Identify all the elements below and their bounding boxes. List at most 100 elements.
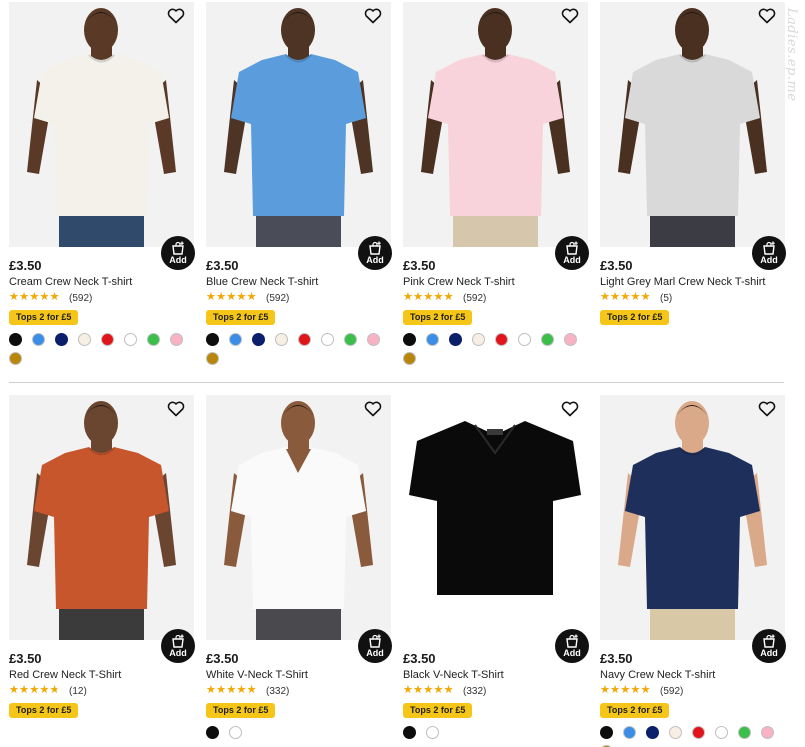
product-name[interactable]: Red Crew Neck T-Shirt <box>9 669 121 681</box>
colour-swatch-mustard[interactable] <box>403 352 416 365</box>
heart-icon[interactable] <box>364 401 382 417</box>
colour-swatch-green[interactable] <box>541 333 554 346</box>
product-image[interactable] <box>403 2 588 247</box>
product-photo <box>403 2 588 247</box>
colour-swatch-black[interactable] <box>403 726 416 739</box>
colour-swatch-black[interactable] <box>403 333 416 346</box>
colour-swatch-blue[interactable] <box>426 333 439 346</box>
product-photo <box>206 395 391 640</box>
colour-swatch-cream[interactable] <box>275 333 288 346</box>
colour-swatch-navy[interactable] <box>646 726 659 739</box>
colour-swatch-navy[interactable] <box>55 333 68 346</box>
product-rating[interactable]: ★★★★★ ★★★★★ (332) <box>206 684 289 697</box>
product-card[interactable]: Add £3.50 White V-Neck T-Shirt ★★★★★ ★★★★★ (3… <box>206 395 392 747</box>
product-name[interactable]: Navy Crew Neck T-shirt <box>600 669 715 681</box>
product-card[interactable]: Add £3.50 Blue Crew Neck T-shirt ★★★★★ ★★★★★… <box>206 2 392 365</box>
product-image[interactable] <box>9 395 194 640</box>
heart-icon[interactable] <box>364 8 382 24</box>
product-image[interactable] <box>403 395 588 640</box>
promo-badge[interactable]: Tops 2 for £5 <box>403 310 473 325</box>
colour-swatch-navy[interactable] <box>449 333 462 346</box>
colour-swatch-pink[interactable] <box>564 333 577 346</box>
colour-swatch-pink[interactable] <box>761 726 774 739</box>
heart-icon[interactable] <box>167 8 185 24</box>
product-image[interactable] <box>600 2 785 247</box>
product-name[interactable]: Light Grey Marl Crew Neck T-shirt <box>600 276 765 288</box>
colour-swatch-black[interactable] <box>9 333 22 346</box>
colour-swatch-pink[interactable] <box>367 333 380 346</box>
product-price: £3.50 <box>206 258 239 273</box>
star-rating-icon: ★★★★★ ★★★★★ <box>9 290 60 303</box>
product-rating[interactable]: ★★★★★ ★★★★★ (5) <box>600 291 672 304</box>
colour-swatch-cream[interactable] <box>78 333 91 346</box>
product-rating[interactable]: ★★★★★ ★★★★★ (592) <box>206 291 289 304</box>
product-image[interactable] <box>206 2 391 247</box>
colour-swatch-pink[interactable] <box>170 333 183 346</box>
product-rating[interactable]: ★★★★★ ★★★★★ (12) <box>9 684 87 697</box>
product-card[interactable]: Add £3.50 Red Crew Neck T-Shirt ★★★★★ ★★★★★ (… <box>9 395 195 747</box>
colour-swatch-green[interactable] <box>344 333 357 346</box>
colour-swatch-green[interactable] <box>147 333 160 346</box>
promo-badge[interactable]: Tops 2 for £5 <box>600 703 670 718</box>
product-name[interactable]: White V-Neck T-Shirt <box>206 669 308 681</box>
product-image[interactable] <box>206 395 391 640</box>
colour-swatch-blue[interactable] <box>229 333 242 346</box>
colour-swatch-red[interactable] <box>101 333 114 346</box>
colour-swatch-white[interactable] <box>518 333 531 346</box>
product-card[interactable]: Add £3.50 Black V-Neck T-Shirt ★★★★★ ★★★★★ (3… <box>403 395 589 747</box>
colour-swatch-white[interactable] <box>321 333 334 346</box>
add-to-bag-button[interactable]: Add <box>752 629 786 663</box>
promo-badge[interactable]: Tops 2 for £5 <box>403 703 473 718</box>
colour-swatch-white[interactable] <box>229 726 242 739</box>
promo-badge[interactable]: Tops 2 for £5 <box>9 310 79 325</box>
product-rating[interactable]: ★★★★★ ★★★★★ (592) <box>403 291 486 304</box>
colour-swatch-black[interactable] <box>206 726 219 739</box>
product-rating[interactable]: ★★★★★ ★★★★★ (592) <box>9 290 92 304</box>
colour-swatch-red[interactable] <box>495 333 508 346</box>
product-card[interactable]: Add £3.50 Light Grey Marl Crew Neck T-shir… <box>600 2 786 362</box>
add-to-bag-button[interactable]: Add <box>752 236 786 270</box>
product-name[interactable]: Cream Crew Neck T-shirt <box>9 276 132 288</box>
product-card[interactable]: Add £3.50 Cream Crew Neck T-shirt ★★★★★ ★★★★… <box>9 2 195 365</box>
colour-swatches <box>9 333 194 371</box>
add-to-bag-button[interactable]: Add <box>555 236 589 270</box>
colour-swatch-black[interactable] <box>600 726 613 739</box>
product-image[interactable] <box>9 2 194 247</box>
add-to-bag-button[interactable]: Add <box>358 629 392 663</box>
add-to-bag-button[interactable]: Add <box>161 236 195 270</box>
promo-badge[interactable]: Tops 2 for £5 <box>206 703 276 718</box>
product-image[interactable] <box>600 395 785 640</box>
add-to-bag-button[interactable]: Add <box>358 236 392 270</box>
colour-swatch-red[interactable] <box>692 726 705 739</box>
product-rating[interactable]: ★★★★★ ★★★★★ (592) <box>600 684 683 697</box>
promo-badge[interactable]: Tops 2 for £5 <box>9 703 79 718</box>
product-card[interactable]: Add £3.50 Pink Crew Neck T-shirt ★★★★★ ★★★★★… <box>403 2 589 365</box>
colour-swatch-blue[interactable] <box>32 333 45 346</box>
colour-swatch-mustard[interactable] <box>206 352 219 365</box>
heart-icon[interactable] <box>561 401 579 417</box>
product-rating[interactable]: ★★★★★ ★★★★★ (332) <box>403 684 486 697</box>
colour-swatch-navy[interactable] <box>252 333 265 346</box>
promo-badge[interactable]: Tops 2 for £5 <box>600 310 670 325</box>
colour-swatch-green[interactable] <box>738 726 751 739</box>
product-name[interactable]: Black V-Neck T-Shirt <box>403 669 504 681</box>
heart-icon[interactable] <box>167 401 185 417</box>
colour-swatch-white[interactable] <box>124 333 137 346</box>
product-name[interactable]: Pink Crew Neck T-shirt <box>403 276 515 288</box>
colour-swatch-cream[interactable] <box>669 726 682 739</box>
colour-swatch-red[interactable] <box>298 333 311 346</box>
add-to-bag-button[interactable]: Add <box>555 629 589 663</box>
promo-badge[interactable]: Tops 2 for £5 <box>206 310 276 325</box>
colour-swatch-white[interactable] <box>426 726 439 739</box>
add-to-bag-button[interactable]: Add <box>161 629 195 663</box>
colour-swatch-cream[interactable] <box>472 333 485 346</box>
product-name[interactable]: Blue Crew Neck T-shirt <box>206 276 318 288</box>
colour-swatch-black[interactable] <box>206 333 219 346</box>
product-card[interactable]: Add £3.50 Navy Crew Neck T-shirt ★★★★★ ★★★★★… <box>600 395 786 747</box>
heart-icon[interactable] <box>561 8 579 24</box>
colour-swatch-blue[interactable] <box>623 726 636 739</box>
colour-swatch-mustard[interactable] <box>9 352 22 365</box>
heart-icon[interactable] <box>758 8 776 24</box>
colour-swatch-white[interactable] <box>715 726 728 739</box>
heart-icon[interactable] <box>758 401 776 417</box>
